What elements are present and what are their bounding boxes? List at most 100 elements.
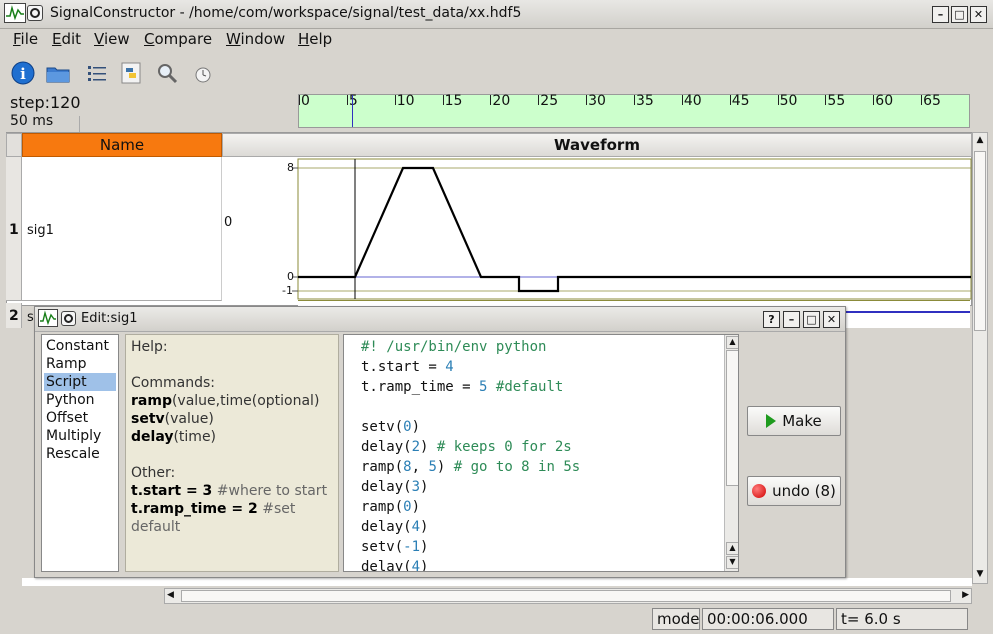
minimize-button[interactable]: – bbox=[932, 6, 949, 23]
ruler-tick bbox=[921, 95, 923, 105]
ruler-tick bbox=[586, 95, 588, 105]
menu-help[interactable]: Help bbox=[298, 30, 332, 48]
time-label: 50 ms bbox=[10, 113, 54, 129]
scroll-down-arrow-icon[interactable]: ▼ bbox=[974, 569, 986, 581]
mode-list[interactable]: Constant Ramp Script Python Offset Multiply Re… bbox=[41, 334, 119, 572]
code-line[interactable]: delay(2) # keeps 0 for 2s bbox=[361, 437, 580, 457]
help-button[interactable]: ? bbox=[763, 311, 780, 328]
ruler-tick-label: 55 bbox=[827, 93, 846, 109]
vertical-scrollbar[interactable]: ▲ ▼ bbox=[972, 132, 988, 584]
code-line[interactable]: ramp(0) bbox=[361, 497, 580, 517]
play-icon bbox=[766, 414, 777, 428]
code-line[interactable]: t.start = 4 bbox=[361, 357, 580, 377]
ruler-tick bbox=[538, 95, 540, 105]
dialog-menu-icon[interactable] bbox=[61, 311, 76, 326]
help-command: setv(value) bbox=[131, 411, 214, 427]
ruler-tick bbox=[681, 95, 683, 105]
dialog-title-bar[interactable]: Edit:sig1 ? – □ ✕ bbox=[35, 307, 845, 332]
mode-item[interactable]: Script bbox=[44, 373, 116, 391]
menu-compare[interactable]: Compare bbox=[144, 30, 212, 48]
dialog-maximize-button[interactable]: □ bbox=[803, 311, 820, 328]
ruler-tick-label: 25 bbox=[540, 93, 559, 109]
svg-text:i: i bbox=[20, 65, 26, 83]
y-axis-max-label: 8 bbox=[287, 161, 294, 174]
scrollbar-thumb[interactable] bbox=[181, 590, 951, 602]
code-line[interactable]: delay(4) bbox=[361, 517, 580, 537]
ruler-tick-label: 5 bbox=[348, 93, 358, 109]
help-panel: Help: Commands: ramp(value,time(optional… bbox=[125, 334, 339, 572]
scrollbar-thumb[interactable] bbox=[974, 151, 986, 331]
scroll-up-arrow-icon[interactable]: ▲ bbox=[726, 336, 738, 349]
scroll-right-arrow-icon[interactable]: ▶ bbox=[962, 590, 969, 600]
mode-item[interactable]: Multiply bbox=[44, 427, 116, 445]
code-line[interactable]: delay(3) bbox=[361, 477, 580, 497]
window-menu-icon[interactable] bbox=[27, 5, 43, 21]
code-line[interactable]: #! /usr/bin/env python bbox=[361, 337, 580, 357]
open-folder-icon[interactable] bbox=[45, 60, 71, 86]
name-column-header[interactable]: Name bbox=[22, 133, 222, 157]
mode-item[interactable]: Python bbox=[44, 391, 116, 409]
waveform-plot[interactable] bbox=[222, 157, 972, 305]
dialog-title: Edit:sig1 bbox=[81, 311, 138, 326]
ruler-tick bbox=[346, 95, 348, 105]
menu-window[interactable]: Window bbox=[226, 30, 285, 48]
ruler-tick-label: 50 bbox=[779, 93, 798, 109]
script-editor[interactable]: #! /usr/bin/env python t.start = 4 t.ramp_… bbox=[343, 334, 739, 572]
signal-name: s bbox=[27, 310, 34, 325]
info-icon[interactable]: i bbox=[10, 60, 36, 86]
horizontal-scrollbar[interactable]: ◀ ▶ bbox=[164, 588, 972, 604]
help-heading: Help: bbox=[131, 339, 168, 355]
code-line[interactable]: ramp(8, 5) # go to 8 in 5s bbox=[361, 457, 580, 477]
mode-item[interactable]: Offset bbox=[44, 409, 116, 427]
script-text[interactable]: #! /usr/bin/env python t.start = 4 t.ramp_… bbox=[361, 337, 580, 571]
ruler-tick bbox=[490, 95, 492, 105]
ruler-tick bbox=[873, 95, 875, 105]
make-button[interactable]: Make bbox=[747, 406, 841, 436]
app-logo-icon bbox=[4, 3, 26, 23]
ruler-tick bbox=[394, 95, 396, 105]
scroll-up-arrow-icon[interactable]: ▲ bbox=[726, 542, 738, 555]
code-line[interactable]: setv(0) bbox=[361, 417, 580, 437]
ruler-tick-label: 20 bbox=[492, 93, 511, 109]
other-heading: Other: bbox=[131, 465, 176, 481]
maximize-button[interactable]: □ bbox=[951, 6, 968, 23]
app-logo-icon bbox=[38, 309, 58, 327]
scroll-down-arrow-icon[interactable]: ▼ bbox=[726, 556, 738, 569]
code-line[interactable]: t.ramp_time = 5 #default bbox=[361, 377, 580, 397]
timeline-ruler[interactable]: 0 5 10 15 20 25 30 35 40 45 50 55 60 65 bbox=[298, 93, 970, 128]
mode-item[interactable]: Rescale bbox=[44, 445, 116, 463]
menu-file[interactable]: File bbox=[13, 30, 38, 48]
dialog-minimize-button[interactable]: – bbox=[783, 311, 800, 328]
code-line[interactable]: delay(4) bbox=[361, 557, 580, 571]
title-bar: SignalConstructor - /home/com/workspace/… bbox=[0, 0, 993, 29]
code-line[interactable] bbox=[361, 397, 580, 417]
undo-button[interactable]: undo (8) bbox=[747, 476, 841, 506]
dialog-close-button[interactable]: ✕ bbox=[823, 311, 840, 328]
mode-item[interactable]: Constant bbox=[44, 337, 116, 355]
code-line[interactable]: setv(-1) bbox=[361, 537, 580, 557]
scrollbar-thumb[interactable] bbox=[726, 350, 738, 486]
timeline-cursor[interactable] bbox=[351, 95, 353, 127]
ruler-tick-label: 15 bbox=[444, 93, 463, 109]
row-number: 1 bbox=[9, 222, 19, 238]
list-icon[interactable] bbox=[84, 60, 110, 86]
scroll-up-arrow-icon[interactable]: ▲ bbox=[974, 135, 986, 147]
ruler-tick-label: 65 bbox=[923, 93, 941, 109]
mode-item[interactable]: Ramp bbox=[44, 355, 116, 373]
python-icon[interactable] bbox=[118, 60, 144, 86]
close-button[interactable]: ✕ bbox=[970, 6, 987, 23]
waveform-column-header[interactable]: Waveform bbox=[222, 133, 972, 157]
clock-icon[interactable] bbox=[190, 60, 216, 86]
status-mode: mode bbox=[652, 608, 700, 630]
ruler-tick-label: 35 bbox=[636, 93, 654, 109]
menu-edit[interactable]: Edit bbox=[52, 30, 81, 48]
magnifier-icon[interactable] bbox=[154, 60, 180, 86]
signal-name: sig1 bbox=[27, 223, 54, 238]
table-corner bbox=[6, 133, 22, 157]
scroll-left-arrow-icon[interactable]: ◀ bbox=[167, 590, 174, 600]
editor-scrollbar[interactable]: ▲ ▲ ▼ bbox=[724, 335, 738, 571]
status-time: 00:00:06.000 bbox=[702, 608, 834, 630]
toolbar: i bbox=[0, 56, 993, 142]
menu-view[interactable]: View bbox=[94, 30, 130, 48]
step-label: step:120 bbox=[10, 93, 81, 112]
